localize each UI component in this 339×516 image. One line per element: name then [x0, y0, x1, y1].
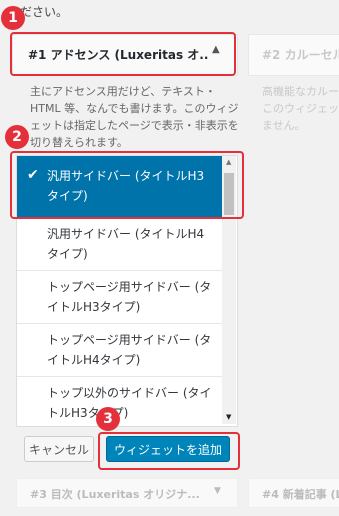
expand-arrow-icon[interactable]: ▼: [214, 486, 221, 496]
scroll-down-arrow-icon[interactable]: ▼: [226, 413, 231, 421]
step-badge-2: 2: [5, 125, 29, 149]
widget-title-4[interactable]: #4 新着記事 (Lu: [262, 486, 339, 502]
sidebar-option[interactable]: トップページ用サイドバー (タイトルH4タイプ): [17, 324, 223, 377]
highlight-box-3: [98, 432, 240, 470]
step-badge-1: 1: [1, 6, 25, 30]
sidebar-option[interactable]: 汎用サイドバー (タイトルH4タイプ): [17, 218, 223, 271]
step-badge-3: 3: [96, 407, 120, 431]
highlight-box-2: [10, 151, 244, 219]
sidebar-option-label: トップ以外のサイドバー (タイトルH3タイプ): [47, 386, 212, 420]
sidebar-option[interactable]: トップ以外のサイドバー (タイトルH3タイプ): [17, 377, 223, 426]
widget-description-2: 高機能なカルーこのウィジェッません。: [262, 85, 339, 132]
sidebar-option[interactable]: トップページ用サイドバー (タイトルH3タイプ): [17, 271, 223, 324]
widget-title-2[interactable]: #2 カルーセル: [262, 46, 339, 63]
widget-description: 主にアドセンス用だけど、テキスト・HTML 等、なんでも書けます。このウィジェッ…: [30, 85, 239, 149]
highlight-box-1: [10, 32, 236, 76]
sidebar-option-label: 汎用サイドバー (タイトルH4タイプ): [47, 227, 205, 261]
sidebar-option-label: トップページ用サイドバー (タイトルH4タイプ): [47, 333, 212, 367]
sidebar-option-label: トップページ用サイドバー (タイトルH3タイプ): [47, 280, 212, 314]
widget-title-3[interactable]: #3 目次 (Luxeritas オリジナ...: [30, 486, 200, 502]
cancel-button[interactable]: キャンセル: [24, 436, 94, 462]
